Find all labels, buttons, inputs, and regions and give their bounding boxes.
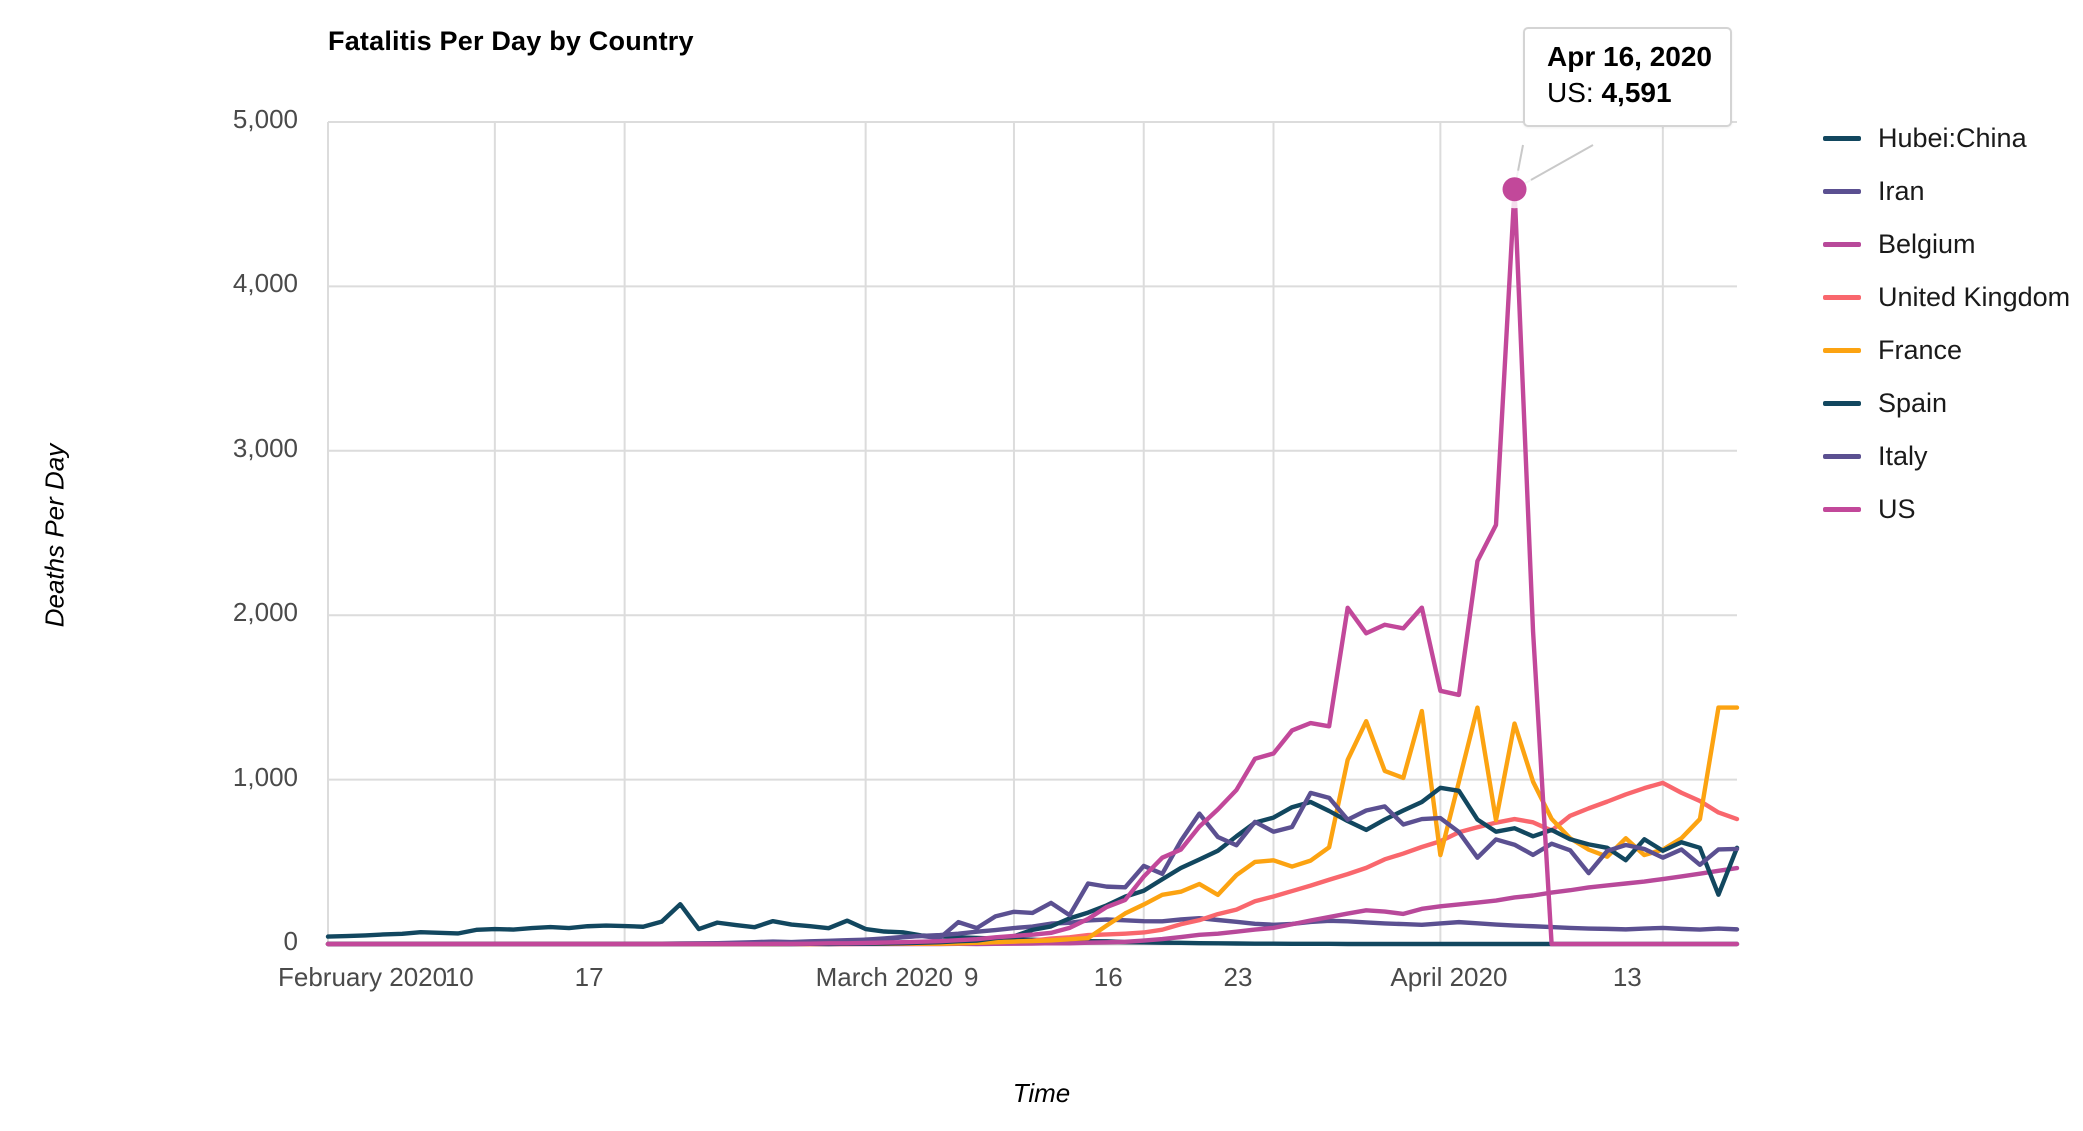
- tooltip-value: 4,591: [1601, 76, 1672, 108]
- legend-swatch-icon: [1823, 242, 1861, 247]
- legend-item-label: France: [1878, 335, 1963, 365]
- tooltip-value-row: US: 4,591: [1547, 75, 1712, 111]
- legend-swatch-icon: [1823, 136, 1861, 141]
- tooltip-series-label: US:: [1547, 76, 1594, 108]
- legend-swatch-icon: [1823, 454, 1861, 459]
- legend-item-label: Iran: [1878, 176, 1925, 206]
- legend-swatch-icon: [1823, 401, 1861, 406]
- legend-item-label: Spain: [1878, 388, 1948, 418]
- series-line-spain: [325, 785, 1740, 947]
- annotation-dot: [1502, 177, 1527, 202]
- y-tick-label: 1,000: [232, 761, 298, 792]
- legend-item-label: United Kingdom: [1878, 282, 2071, 312]
- y-axis-title: Deaths Per Day: [39, 443, 70, 628]
- legend-swatch-icon: [1823, 507, 1861, 512]
- chart-legend: Hubei:China Iran Belgium United Kingdom Fran…: [1823, 112, 2073, 536]
- legend-swatch-icon: [1823, 295, 1861, 300]
- chart-container: Fatalitis Per Day by Country 5,000 4,000 3…: [0, 0, 2083, 1131]
- y-tick-label: 0: [283, 926, 298, 956]
- legend-swatch-icon: [1823, 189, 1861, 194]
- legend-item-label: Belgium: [1878, 229, 1976, 259]
- legend-item-iran[interactable]: Iran: [1823, 165, 2073, 218]
- series-lines: [325, 187, 1740, 947]
- y-tick-label: 4,000: [232, 268, 298, 299]
- x-axis-title: Time: [1012, 1078, 1071, 1108]
- annotation-point-marker: [1495, 170, 1534, 209]
- series-line-united-kingdom: [325, 780, 1740, 947]
- x-tick-label: 13: [1612, 962, 1642, 992]
- legend-item-belgium[interactable]: Belgium: [1823, 218, 2073, 271]
- legend-item-hubei-china[interactable]: Hubei:China: [1823, 112, 2073, 165]
- y-tick-label: 2,000: [232, 597, 298, 628]
- legend-swatch-icon: [1823, 348, 1861, 353]
- legend-item-label: US: [1878, 494, 1916, 524]
- legend-item-united-kingdom[interactable]: United Kingdom: [1823, 271, 2073, 324]
- legend-item-spain[interactable]: Spain: [1823, 377, 2073, 430]
- legend-item-italy[interactable]: Italy: [1823, 430, 2073, 483]
- series-line-france: [325, 705, 1740, 947]
- y-tick-label: 5,000: [232, 104, 298, 134]
- tooltip-date: Apr 16, 2020: [1547, 41, 1712, 72]
- legend-item-us[interactable]: US: [1823, 483, 2073, 536]
- tooltip: Apr 16, 2020 US: 4,591: [1523, 27, 1732, 127]
- legend-item-label: Hubei:China: [1878, 123, 2027, 153]
- legend-item-france[interactable]: France: [1823, 324, 2073, 377]
- y-tick-label: 3,000: [232, 432, 298, 463]
- series-line-italy: [325, 790, 1740, 947]
- legend-item-label: Italy: [1878, 441, 1928, 471]
